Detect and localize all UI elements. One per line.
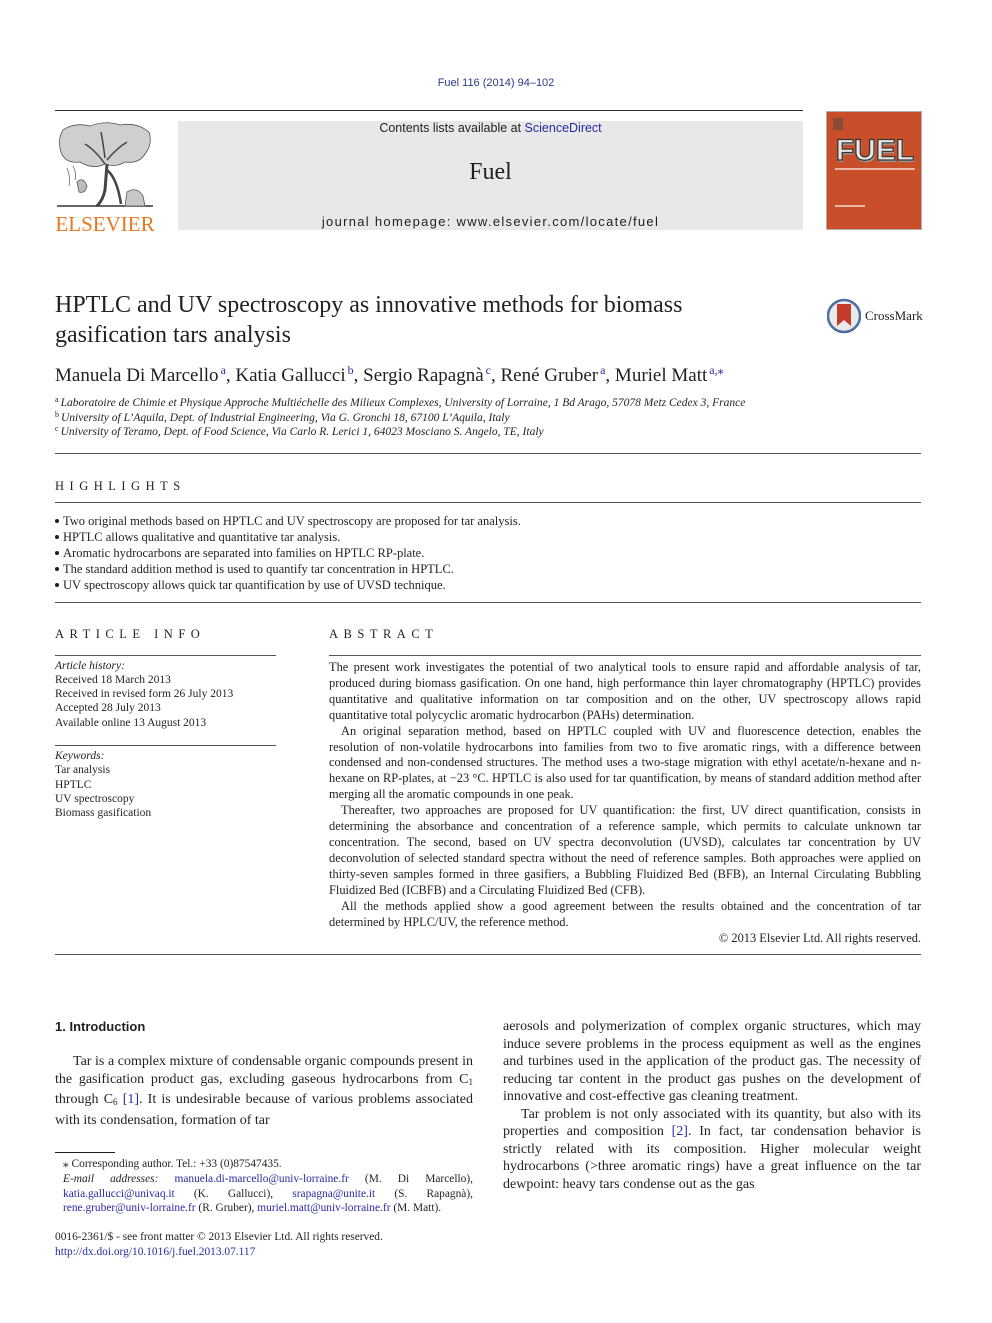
author-affiliation-sup[interactable]: c [486,363,491,377]
journal-citation[interactable]: Fuel 116 (2014) 94–102 [0,77,992,89]
journal-homepage-link[interactable]: journal homepage: www.elsevier.com/locat… [178,214,803,229]
cover-footer [835,205,865,207]
author[interactable]: Muriel Matt a,⁎ [615,363,724,386]
author[interactable]: Katia Gallucci b [235,363,354,386]
reference-link[interactable]: [2] [672,1124,688,1139]
body-paragraph: Tar problem is not only associated with … [503,1106,922,1192]
bullet-icon [55,535,59,539]
bullet-icon [55,519,59,523]
author-affiliation-sup[interactable]: a [221,363,226,377]
bullet-icon [55,583,59,587]
crossmark-icon [826,298,862,334]
highlight-item: The standard addition method is used to … [55,562,915,577]
email-link[interactable]: srapagna@unite.it [292,1188,375,1200]
keyword: HPTLC [55,779,92,791]
divider [329,655,921,656]
divider [55,502,921,503]
author-affiliation-sup[interactable]: a,⁎ [709,363,723,377]
cover-subtitle [835,168,915,170]
abstract-heading: ABSTRACT [329,627,439,641]
keyword: Biomass gasification [55,807,152,819]
highlight-item: Aromatic hydrocarbons are separated into… [55,546,915,561]
footnote-rule [55,1152,115,1153]
email-link[interactable]: katia.gallucci@univaq.it [63,1188,175,1200]
divider [55,602,921,603]
elsevier-wordmark: ELSEVIER [55,212,155,236]
journal-name: Fuel [469,159,512,185]
cover-fuel-logo: FUEL FUEL [835,134,915,164]
divider [55,655,276,656]
highlights-heading: HIGHLIGHTS [55,479,186,493]
doi-link[interactable]: http://dx.doi.org/10.1016/j.fuel.2013.07… [55,1245,473,1260]
cover-publisher-badge [833,118,843,130]
email-addresses: E-mail addresses: manuela.di-marcello@un… [63,1172,473,1215]
crossmark-button[interactable]: CrossMark [826,298,927,334]
author[interactable]: Sergio Rapagnà c [363,363,491,386]
reference-link[interactable]: [1] [123,1092,139,1107]
history-received: Received 18 March 2013 [55,674,171,686]
abstract-paragraph: All the methods applied show a good agre… [329,898,921,929]
front-matter: 0016-2361/$ - see front matter © 2013 El… [55,1230,473,1259]
article-title: HPTLC and UV spectroscopy as innovative … [55,292,683,348]
body-column-right: aerosols and polymerization of complex o… [503,1018,921,1193]
article-history-label: Article history: [55,660,125,672]
highlight-item: HPTLC allows qualitative and quantitativ… [55,530,915,545]
divider [55,453,921,454]
contents-prefix: Contents lists available at [379,121,525,135]
affiliation: c University of Teramo, Dept. of Food Sci… [55,424,544,438]
keyword: Tar analysis [55,764,111,776]
article-info-heading: ARTICLE INFO [55,627,206,641]
section-heading-introduction: 1. Introduction [55,1019,146,1034]
elsevier-logo[interactable]: ELSEVIER [55,120,155,236]
divider [55,954,921,955]
keyword: UV spectroscopy [55,793,135,805]
body-paragraph: Tar is a complex mixture of condensable … [55,1054,473,1128]
author-list: Manuela Di Marcello a, Katia Gallucci b, S… [55,363,724,386]
author-affiliation-sup[interactable]: b [348,363,354,377]
author[interactable]: René Gruber a [500,363,605,386]
email-link[interactable]: manuela.di-marcello@univ-lorraine.fr [174,1173,348,1185]
issn-line: 0016-2361/$ - see front matter © 2013 El… [55,1231,383,1243]
abstract-body: The present work investigates the potent… [329,660,921,930]
affiliation: a Laboratoire de Chimie et Physique Appro… [55,395,746,409]
email-link[interactable]: muriel.matt@univ-lorraine.fr [257,1202,390,1214]
abstract-paragraph: The present work investigates the potent… [329,660,921,722]
corresponding-author-note: ⁎ Corresponding author. Tel.: +33 (0)875… [63,1158,282,1170]
journal-banner: Contents lists available at ScienceDirec… [178,121,803,230]
bullet-icon [55,551,59,555]
journal-cover-image[interactable]: FUEL FUEL [826,111,922,230]
divider [55,745,276,746]
author[interactable]: Manuela Di Marcello a [55,363,226,386]
highlight-item: UV spectroscopy allows quick tar quantif… [55,578,915,593]
abstract-paragraph: An original separation method, based on … [329,723,921,802]
crossmark-label: CrossMark [865,308,923,323]
footnotes: ⁎ Corresponding author. Tel.: +33 (0)875… [55,1157,473,1216]
history-revised: Received in revised form 26 July 2013 [55,688,234,700]
body-column-left: Tar is a complex mixture of condensable … [55,1053,473,1129]
body-paragraph: aerosols and polymerization of complex o… [503,1019,921,1104]
author-affiliation-sup[interactable]: a [600,363,605,377]
history-accepted: Accepted 28 July 2013 [55,702,161,714]
affiliation: b University of L’Aquila, Dept. of Indust… [55,410,510,424]
contents-line: Contents lists available at ScienceDirec… [178,121,803,135]
elsevier-tree-icon [57,122,153,208]
svg-text:FUEL: FUEL [836,134,914,164]
email-link[interactable]: rene.gruber@univ-lorraine.fr [63,1202,196,1214]
bullet-icon [55,567,59,571]
sciencedirect-link[interactable]: ScienceDirect [525,121,602,135]
history-online: Available online 13 August 2013 [55,717,207,729]
keywords-label: Keywords: [55,750,105,762]
highlight-item: Two original methods based on HPTLC and … [55,514,915,529]
abstract-copyright: © 2013 Elsevier Ltd. All rights reserved… [718,931,921,945]
abstract-paragraph: Thereafter, two approaches are proposed … [329,803,921,897]
header-rule [55,110,803,111]
